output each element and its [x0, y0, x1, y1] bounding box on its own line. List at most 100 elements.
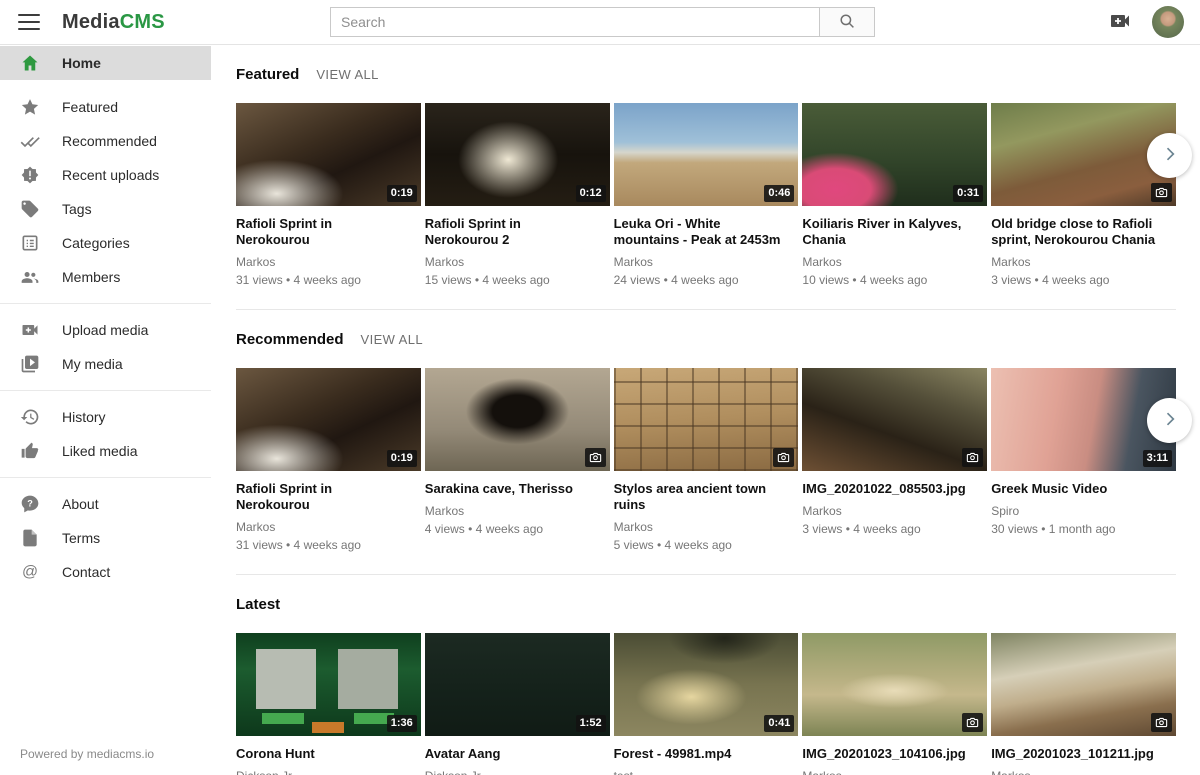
sidebar-item-label: Members	[62, 269, 120, 285]
media-author[interactable]: Markos	[802, 255, 987, 269]
media-author[interactable]: Dickson Jr.	[236, 769, 421, 775]
sidebar-item-history[interactable]: History	[0, 400, 211, 434]
hamburger-menu-icon[interactable]	[18, 14, 40, 30]
media-title[interactable]: Koiliaris River in Kalyves, Chania	[802, 216, 975, 248]
media-title[interactable]: Rafioli Sprint in Nerokourou	[236, 481, 409, 513]
sidebar-item-recent-uploads[interactable]: Recent uploads	[0, 158, 211, 192]
carousel-next-button[interactable]	[1147, 398, 1192, 443]
video-camera-plus-icon	[1108, 9, 1132, 36]
camera-icon	[777, 451, 790, 464]
media-title[interactable]: Rafioli Sprint in Nerokourou 2	[425, 216, 598, 248]
media-title[interactable]: Sarakina cave, Therisso	[425, 481, 598, 497]
carousel-next-button[interactable]	[1147, 133, 1192, 178]
sidebar-item-terms[interactable]: Terms	[0, 521, 211, 555]
section-recommended: Recommended VIEW ALL 0:19 Rafioli Sprint…	[236, 331, 1176, 575]
media-author[interactable]: Markos	[614, 255, 799, 269]
search-button[interactable]	[820, 7, 875, 37]
sidebar-item-liked-media[interactable]: Liked media	[0, 434, 211, 468]
at-sign-icon: @	[20, 562, 40, 582]
media-card[interactable]: 0:12 Rafioli Sprint in Nerokourou 2 Mark…	[425, 103, 610, 309]
media-title[interactable]: Corona Hunt	[236, 746, 409, 762]
media-card[interactable]: Old bridge close to Rafioli sprint, Nero…	[991, 103, 1176, 309]
media-card[interactable]: 0:19 Rafioli Sprint in Nerokourou Markos…	[236, 103, 421, 309]
sidebar-item-upload-media[interactable]: Upload media	[0, 313, 211, 347]
media-thumbnail[interactable]: 0:19	[236, 368, 421, 471]
logo[interactable]: MediaCMS	[62, 11, 165, 34]
media-author[interactable]: Markos	[425, 504, 610, 518]
media-author[interactable]: Dickson Jr.	[425, 769, 610, 775]
media-thumbnail[interactable]: 1:52	[425, 633, 610, 736]
media-card[interactable]: IMG_20201023_104106.jpg Markos 4 views •…	[802, 633, 987, 775]
media-author[interactable]: Markos	[991, 255, 1176, 269]
media-meta: 10 views • 4 weeks ago	[802, 273, 987, 287]
media-title[interactable]: IMG_20201023_101211.jpg	[991, 746, 1164, 762]
media-title[interactable]: Greek Music Video	[991, 481, 1164, 497]
media-card[interactable]: 0:19 Rafioli Sprint in Nerokourou Markos…	[236, 368, 421, 574]
media-author[interactable]: Markos	[236, 520, 421, 534]
media-title[interactable]: Rafioli Sprint in Nerokourou	[236, 216, 409, 248]
duration-badge: 0:41	[764, 715, 794, 732]
media-author[interactable]: Markos	[236, 255, 421, 269]
media-thumbnail[interactable]	[614, 368, 799, 471]
media-card[interactable]: 0:46 Leuka Ori - White mountains - Peak …	[614, 103, 799, 309]
media-card[interactable]: 1:52 Avatar Aang Dickson Jr. 12 views • …	[425, 633, 610, 775]
media-thumbnail[interactable]: 0:31	[802, 103, 987, 206]
media-title[interactable]: Forest - 49981.mp4	[614, 746, 787, 762]
video-library-icon	[20, 354, 40, 374]
media-author[interactable]: Markos	[991, 769, 1176, 775]
sidebar-item-my-media[interactable]: My media	[0, 347, 211, 381]
sidebar-item-about[interactable]: ? About	[0, 487, 211, 521]
media-thumbnail[interactable]	[991, 633, 1176, 736]
media-title[interactable]: IMG_20201023_104106.jpg	[802, 746, 975, 762]
media-card[interactable]: Stylos area ancient town ruins Markos 5 …	[614, 368, 799, 574]
media-thumbnail[interactable]: 1:36	[236, 633, 421, 736]
user-avatar[interactable]	[1152, 6, 1184, 38]
sidebar-item-contact[interactable]: @ Contact	[0, 555, 211, 589]
main-content: Featured VIEW ALL 0:19 Rafioli Sprint in…	[211, 46, 1200, 775]
media-thumbnail[interactable]: 0:12	[425, 103, 610, 206]
sidebar-item-categories[interactable]: Categories	[0, 226, 211, 260]
media-card[interactable]: 0:41 Forest - 49981.mp4 test 17 views • …	[614, 633, 799, 775]
view-all-link[interactable]: VIEW ALL	[361, 332, 423, 347]
media-card[interactable]: 3:11 Greek Music Video Spiro 30 views • …	[991, 368, 1176, 574]
sidebar-item-members[interactable]: Members	[0, 260, 211, 294]
view-all-link[interactable]: VIEW ALL	[316, 67, 378, 82]
media-thumbnail[interactable]: 0:46	[614, 103, 799, 206]
photo-badge	[962, 713, 983, 732]
media-author[interactable]: Markos	[802, 504, 987, 518]
media-thumbnail[interactable]: 0:19	[236, 103, 421, 206]
sidebar-item-recommended[interactable]: Recommended	[0, 124, 211, 158]
section-title: Latest	[236, 596, 280, 613]
duration-badge: 0:19	[387, 450, 417, 467]
star-icon	[20, 97, 40, 117]
media-card[interactable]: Sarakina cave, Therisso Markos 4 views •…	[425, 368, 610, 574]
media-author[interactable]: test	[614, 769, 799, 775]
media-card[interactable]: 0:31 Koiliaris River in Kalyves, Chania …	[802, 103, 987, 309]
media-title[interactable]: Old bridge close to Rafioli sprint, Nero…	[991, 216, 1164, 248]
media-meta: 4 views • 4 weeks ago	[425, 522, 610, 536]
media-card[interactable]: IMG_20201022_085503.jpg Markos 3 views •…	[802, 368, 987, 574]
media-thumbnail[interactable]	[425, 368, 610, 471]
media-card[interactable]: IMG_20201023_101211.jpg Markos 4 views •…	[991, 633, 1176, 775]
media-thumbnail[interactable]	[802, 633, 987, 736]
media-cards-row: 0:19 Rafioli Sprint in Nerokourou Markos…	[236, 103, 1176, 309]
sidebar-item-tags[interactable]: Tags	[0, 192, 211, 226]
upload-media-button[interactable]	[1108, 9, 1132, 36]
media-author[interactable]: Markos	[802, 769, 987, 775]
media-card[interactable]: 1:36 Corona Hunt Dickson Jr. 6 views • 4…	[236, 633, 421, 775]
media-thumbnail[interactable]	[802, 368, 987, 471]
sidebar-item-featured[interactable]: Featured	[0, 90, 211, 124]
search-input[interactable]	[330, 7, 820, 37]
media-title[interactable]: Leuka Ori - White mountains - Peak at 24…	[614, 216, 787, 248]
media-author[interactable]: Markos	[425, 255, 610, 269]
media-author[interactable]: Markos	[614, 520, 799, 534]
media-thumbnail[interactable]: 0:41	[614, 633, 799, 736]
media-title[interactable]: Avatar Aang	[425, 746, 598, 762]
media-title[interactable]: Stylos area ancient town ruins	[614, 481, 787, 513]
logo-cms: CMS	[120, 11, 165, 33]
sidebar-item-home[interactable]: Home	[0, 46, 211, 80]
section-featured: Featured VIEW ALL 0:19 Rafioli Sprint in…	[236, 66, 1176, 310]
media-title[interactable]: IMG_20201022_085503.jpg	[802, 481, 975, 497]
media-author[interactable]: Spiro	[991, 504, 1176, 518]
sidebar-item-label: Terms	[62, 530, 100, 546]
